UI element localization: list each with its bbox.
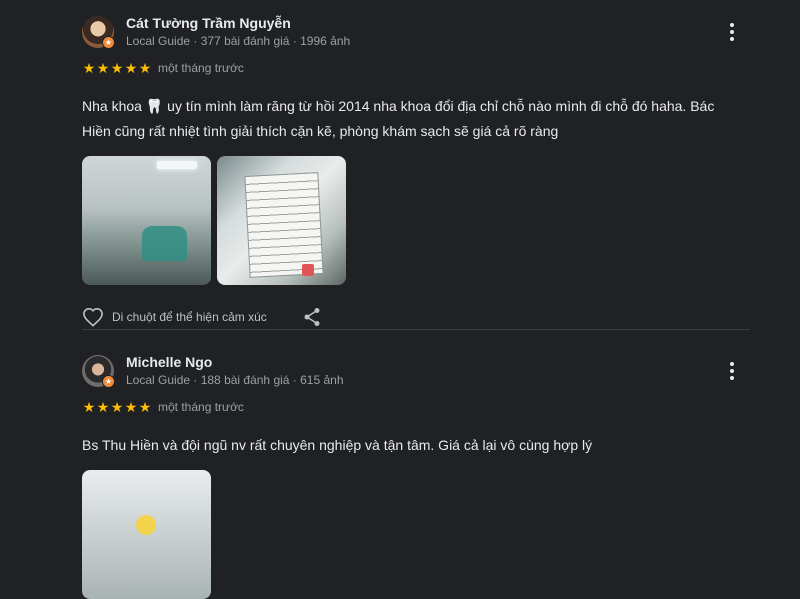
review-header: ★ Michelle Ngo Local Guide · 188 bài đán… <box>82 353 750 389</box>
reviewer-meta: Local Guide · 188 bài đánh giá · 615 ảnh <box>126 373 344 387</box>
review-photos <box>82 470 750 599</box>
star-icon: ★ <box>138 60 152 76</box>
star-rating: ★★★★★ <box>82 60 152 77</box>
review-text-part: uy tín mình làm răng từ hồi 2014 nha kho… <box>82 98 715 139</box>
share-icon[interactable] <box>303 307 321 327</box>
review-photos <box>82 156 750 285</box>
rating-row: ★★★★★ một tháng trước <box>82 60 750 80</box>
star-icon: ★ <box>138 399 152 415</box>
heart-outline-icon[interactable] <box>82 307 104 327</box>
more-options-icon[interactable] <box>722 22 742 42</box>
react-hint-label[interactable]: Di chuột để thể hiện cảm xúc <box>112 310 267 324</box>
review-photo-clinic[interactable] <box>82 156 211 285</box>
star-icon: ★ <box>82 60 96 76</box>
star-icon: ★ <box>110 399 124 415</box>
local-guide-badge-icon: ★ <box>102 36 115 49</box>
review-time: một tháng trước <box>158 61 244 75</box>
review-time: một tháng trước <box>158 400 244 414</box>
tooth-emoji: 🦷 <box>145 98 164 114</box>
review-photo[interactable] <box>82 470 211 599</box>
review-text: Nha khoa 🦷 uy tín mình làm răng từ hồi 2… <box>82 94 742 144</box>
local-guide-badge-icon: ★ <box>102 375 115 388</box>
star-icon: ★ <box>124 60 138 76</box>
star-icon: ★ <box>82 399 96 415</box>
star-icon: ★ <box>124 399 138 415</box>
review-card: ★ Michelle Ngo Local Guide · 188 bài đán… <box>82 353 750 599</box>
rating-row: ★★★★★ một tháng trước <box>82 399 750 419</box>
review-divider <box>82 329 750 330</box>
reviewer-name[interactable]: Cát Tường Trầm Nguyễn <box>126 15 291 31</box>
reviewer-meta: Local Guide · 377 bài đánh giá · 1996 ản… <box>126 34 351 48</box>
more-options-icon[interactable] <box>722 361 742 381</box>
review-photo-price-list[interactable] <box>217 156 346 285</box>
review-header: ★ Cát Tường Trầm Nguyễn Local Guide · 37… <box>82 14 750 50</box>
review-card: ★ Cát Tường Trầm Nguyễn Local Guide · 37… <box>82 14 750 331</box>
review-actions: Di chuột để thể hiện cảm xúc <box>82 305 750 331</box>
star-icon: ★ <box>96 399 110 415</box>
star-icon: ★ <box>96 60 110 76</box>
review-text: Bs Thu Hiền và đội ngũ nv rất chuyên ngh… <box>82 437 593 453</box>
review-text-part: Nha khoa <box>82 98 146 114</box>
star-rating: ★★★★★ <box>82 399 152 416</box>
reviewer-name[interactable]: Michelle Ngo <box>126 354 212 370</box>
star-icon: ★ <box>110 60 124 76</box>
